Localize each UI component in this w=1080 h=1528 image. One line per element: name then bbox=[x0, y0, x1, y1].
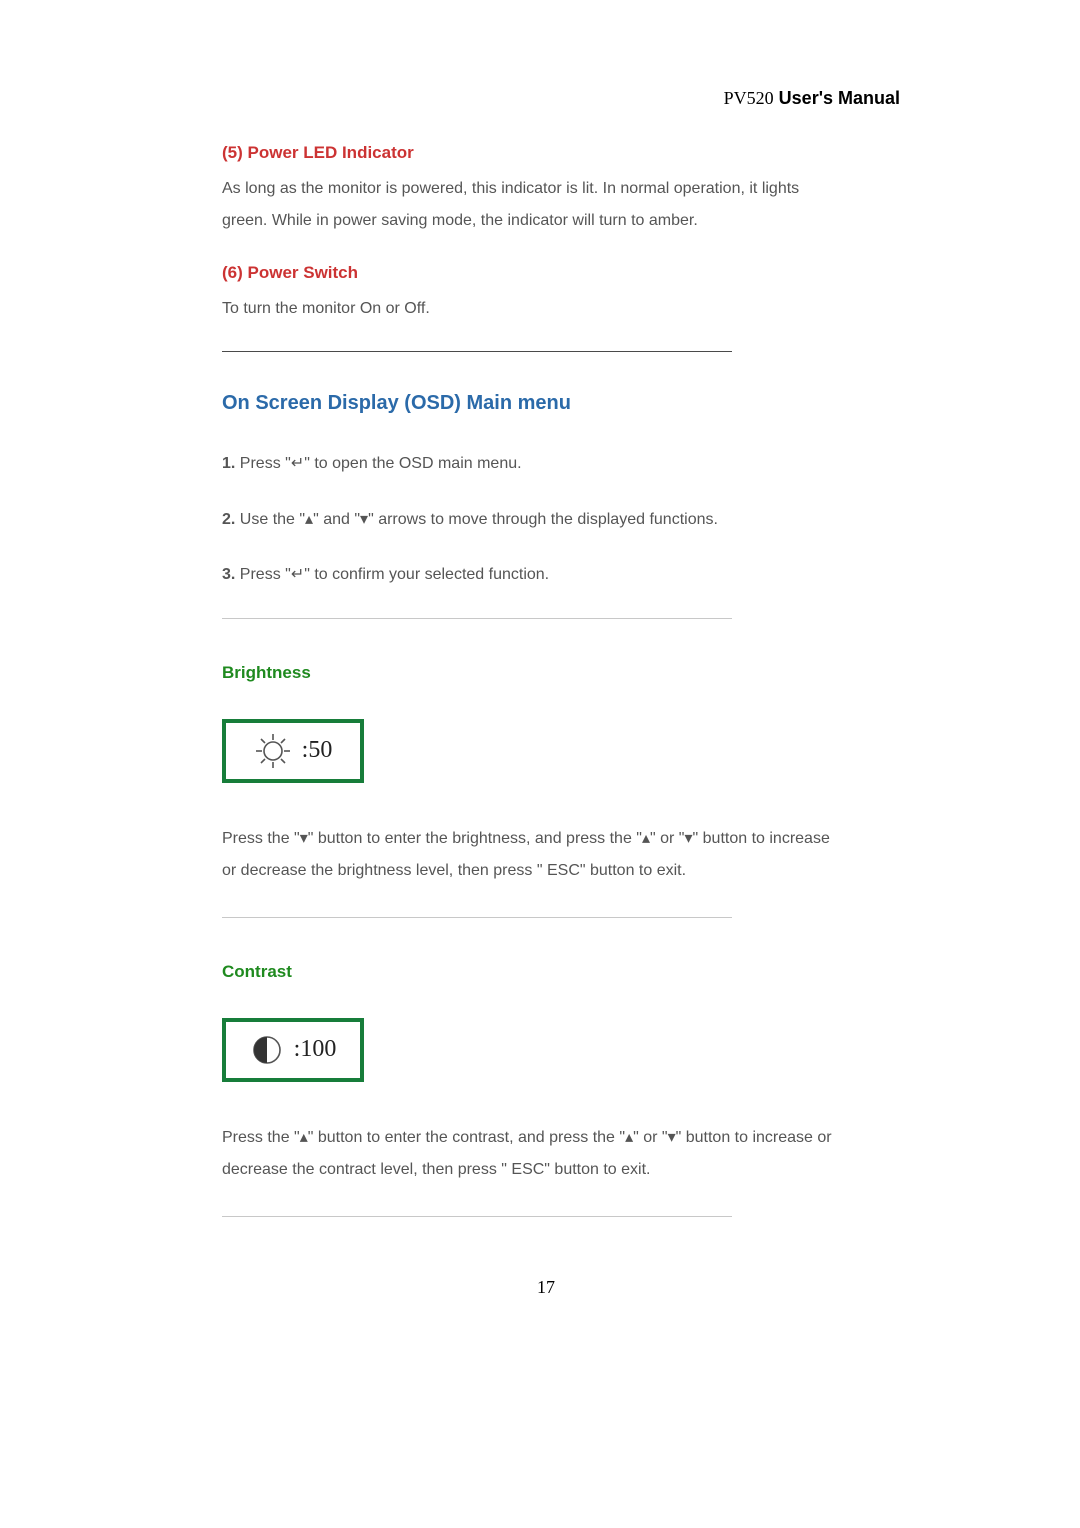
section-5-title: (5) Power LED Indicator bbox=[222, 143, 980, 163]
contrast-osd-box: :100 bbox=[222, 1018, 364, 1082]
header-manual-label: User's Manual bbox=[774, 88, 900, 108]
step-1-number: 1. bbox=[222, 455, 235, 472]
header-model: PV520 bbox=[724, 88, 774, 108]
section-6-body: To turn the monitor On or Off. bbox=[222, 293, 832, 325]
brightness-osd-box: :50 bbox=[222, 719, 364, 783]
contrast-heading: Contrast bbox=[222, 962, 980, 982]
step-2-text: Use the "▴" and "▾" arrows to move throu… bbox=[235, 511, 718, 528]
section-5-body: As long as the monitor is powered, this … bbox=[222, 173, 832, 237]
section-6-title: (6) Power Switch bbox=[222, 263, 980, 283]
step-3: 3. Press "↵" to confirm your selected fu… bbox=[222, 562, 832, 588]
step-1-text: Press "↵" to open the OSD main menu. bbox=[235, 455, 521, 472]
contrast-body: Press the "▴" button to enter the contra… bbox=[222, 1122, 832, 1186]
header-title: PV520 User's Manual bbox=[222, 88, 980, 109]
step-2-number: 2. bbox=[222, 511, 235, 528]
step-3-number: 3. bbox=[222, 566, 235, 583]
page-number: 17 bbox=[112, 1277, 980, 1298]
brightness-body: Press the "▾" button to enter the bright… bbox=[222, 823, 832, 887]
contrast-value: :100 bbox=[294, 1036, 337, 1063]
divider bbox=[222, 917, 732, 918]
divider bbox=[222, 351, 732, 352]
brightness-heading: Brightness bbox=[222, 663, 980, 683]
step-3-text: Press "↵" to confirm your selected funct… bbox=[235, 566, 549, 583]
contrast-icon bbox=[250, 1033, 284, 1067]
brightness-icon bbox=[254, 732, 292, 770]
divider bbox=[222, 618, 732, 619]
step-2: 2. Use the "▴" and "▾" arrows to move th… bbox=[222, 507, 832, 533]
brightness-value: :50 bbox=[302, 737, 333, 764]
step-1: 1. Press "↵" to open the OSD main menu. bbox=[222, 451, 832, 477]
divider bbox=[222, 1216, 732, 1217]
osd-main-menu-heading: On Screen Display (OSD) Main menu bbox=[222, 392, 980, 415]
